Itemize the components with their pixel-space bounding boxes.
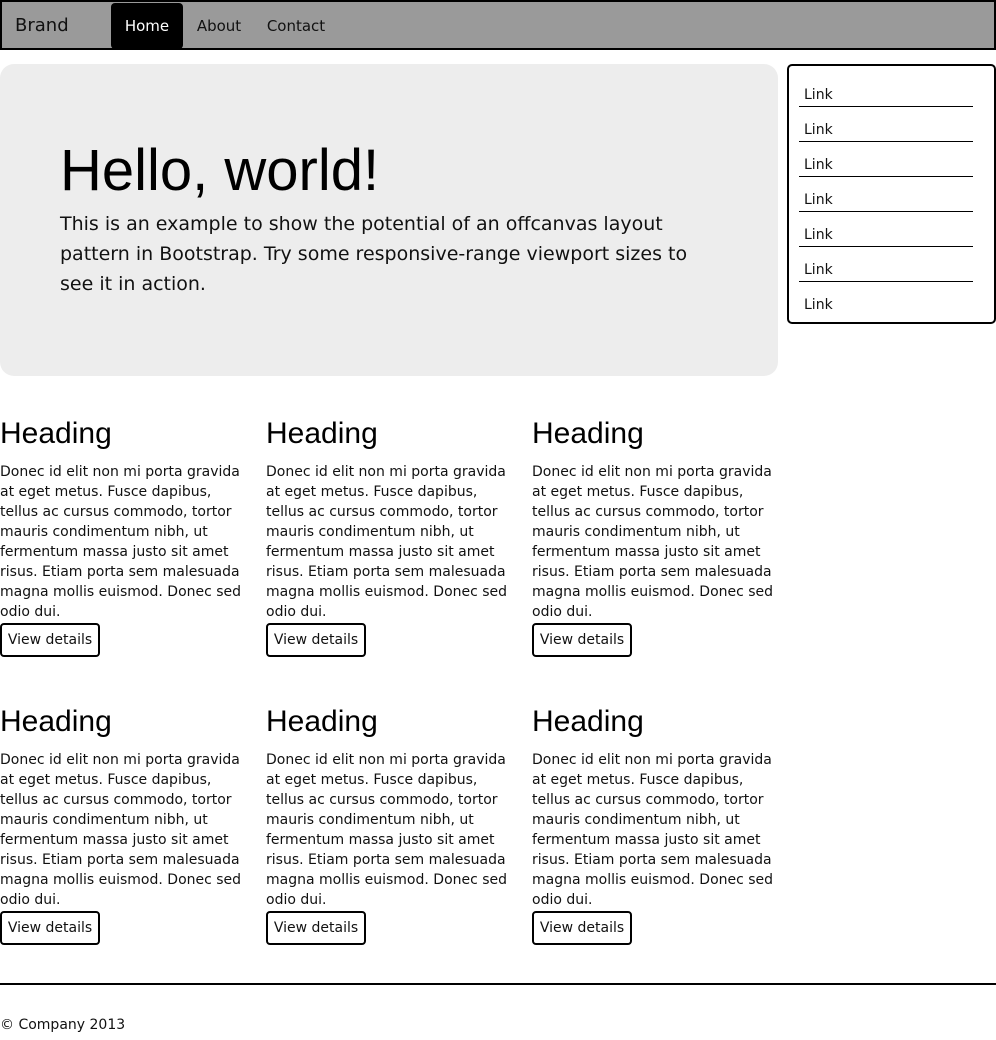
feature-heading: Heading bbox=[0, 705, 112, 738]
nav-about[interactable]: About bbox=[187, 3, 251, 49]
feature-heading: Heading bbox=[0, 417, 112, 450]
feature-heading: Heading bbox=[532, 417, 644, 450]
nav-contact[interactable]: Contact bbox=[259, 3, 333, 49]
sidebar-link-1[interactable]: Link bbox=[799, 72, 973, 107]
jumbotron-text: This is an example to show the potential… bbox=[60, 213, 688, 295]
view-details-button[interactable]: View details bbox=[532, 911, 632, 945]
sidebar-link-3[interactable]: Link bbox=[799, 142, 973, 177]
sidebar-link-7[interactable]: Link bbox=[799, 282, 973, 317]
view-details-button[interactable]: View details bbox=[532, 623, 632, 657]
view-details-button[interactable]: View details bbox=[0, 623, 100, 657]
feature-text: Donec id elit non mi porta gravida at eg… bbox=[0, 752, 242, 908]
sidebar-link-5[interactable]: Link bbox=[799, 212, 973, 247]
feature-text: Donec id elit non mi porta gravida at eg… bbox=[532, 752, 774, 908]
sidebar-link-4[interactable]: Link bbox=[799, 177, 973, 212]
sidebar-link-6[interactable]: Link bbox=[799, 247, 973, 282]
brand-link[interactable]: Brand bbox=[15, 15, 69, 37]
view-details-button[interactable]: View details bbox=[0, 911, 100, 945]
footer-copyright: © Company 2013 bbox=[0, 1017, 126, 1033]
feature-heading: Heading bbox=[266, 417, 378, 450]
feature-heading: Heading bbox=[532, 705, 644, 738]
navbar: Brand Home About Contact bbox=[0, 0, 996, 50]
footer-divider bbox=[0, 983, 996, 985]
feature-heading: Heading bbox=[266, 705, 378, 738]
feature-text: Donec id elit non mi porta gravida at eg… bbox=[0, 464, 242, 620]
jumbotron: Hello, world! This is an example to show… bbox=[0, 64, 778, 376]
sidebar-link-2[interactable]: Link bbox=[799, 107, 973, 142]
sidebar-nav: Link Link Link Link Link Link Link bbox=[787, 64, 996, 324]
feature-text: Donec id elit non mi porta gravida at eg… bbox=[532, 464, 774, 620]
nav-home[interactable]: Home bbox=[111, 3, 183, 49]
view-details-button[interactable]: View details bbox=[266, 623, 366, 657]
jumbotron-title: Hello, world! bbox=[60, 138, 380, 203]
feature-text: Donec id elit non mi porta gravida at eg… bbox=[266, 464, 508, 620]
feature-text: Donec id elit non mi porta gravida at eg… bbox=[266, 752, 508, 908]
view-details-button[interactable]: View details bbox=[266, 911, 366, 945]
